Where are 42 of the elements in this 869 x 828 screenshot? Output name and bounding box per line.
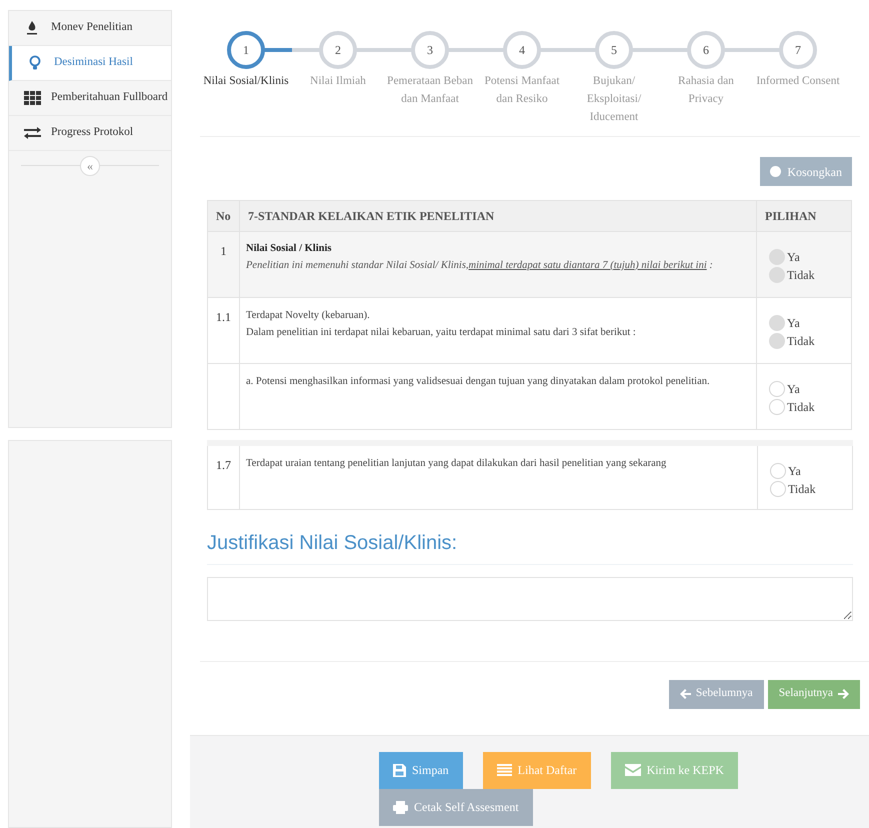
option-label: Tidak [787,399,815,416]
step-label: Rahasia dan Privacy [677,74,735,107]
column-header: No [208,200,240,232]
sidebar-item[interactable]: Desiminasi Hasil [9,46,171,81]
option-label: Ya [787,249,800,266]
step-label: Nilai Ilmiah [309,74,367,89]
step-label: Informed Consent [755,74,841,89]
row-title: Nilai Sosial / Klinis [246,242,332,256]
section-heading: Justifikasi Nilai Sosial/Klinis: [207,528,853,564]
radio-button[interactable] [769,399,785,415]
grid-icon [23,91,41,105]
row-text: Terdapat uraian tentang penelitian lanjutan yang dapat dilakukan dari hasil penelitian yang sekarang [246,457,668,471]
collapse-button[interactable]: « [80,156,100,176]
step-label: Nilai Sosial/Klinis [202,74,290,89]
step-label: Potensi Manfaat dan Resiko [483,74,561,107]
justification-field[interactable] [207,576,853,620]
swap-arrows-icon [23,127,41,139]
sidebar-item[interactable]: Pemberitahuan Fullboard [9,81,171,116]
radio-button[interactable] [770,481,786,497]
table-cell: 1.1 [208,298,240,364]
radio-button[interactable] [769,381,785,397]
table-cell: 1 [208,232,240,298]
option-label: Ya [788,463,801,480]
option-label: Tidak [788,481,816,498]
row-description: Penelitian ini memenuhi standar Nilai Sosial/ Klinis,minimal terdapat satu diantara 7 (tujuh) nilai berikut ini : [246,258,714,273]
option-label: Ya [787,381,800,398]
list-icon [496,764,512,776]
row-text: Terdapat Novelty (kebaruan). [246,309,371,323]
radio-button[interactable] [770,463,786,479]
option-label: Tidak [787,333,815,350]
step-label: Pemerataan Beban dan Manfaat [386,74,474,107]
option-label: Ya [787,315,800,332]
column-header: 7-STANDAR KELAIKAN ETIK PENELITIAN [240,200,756,232]
step-label: Bujukan/ Eksploitasi/ Iducement [586,74,642,125]
arrow-left-icon [680,689,691,699]
option-label: Tidak [787,267,815,284]
table-cell: 1.7 [208,443,240,509]
arrow-right-icon [838,689,849,699]
row-text: Dalam penelitian ini terdapat nilai kebaruan, yaitu terdapat minimal satu dari 3 sifat berikut : [246,326,637,340]
sidebar-item[interactable]: Progress Protokol [9,116,171,151]
row-text: a. Potensi menghasilkan informasi yang validsesuai dengan tujuan yang dinyatakan dalam protokol penelitian. [246,375,711,389]
envelope-icon [624,764,641,776]
